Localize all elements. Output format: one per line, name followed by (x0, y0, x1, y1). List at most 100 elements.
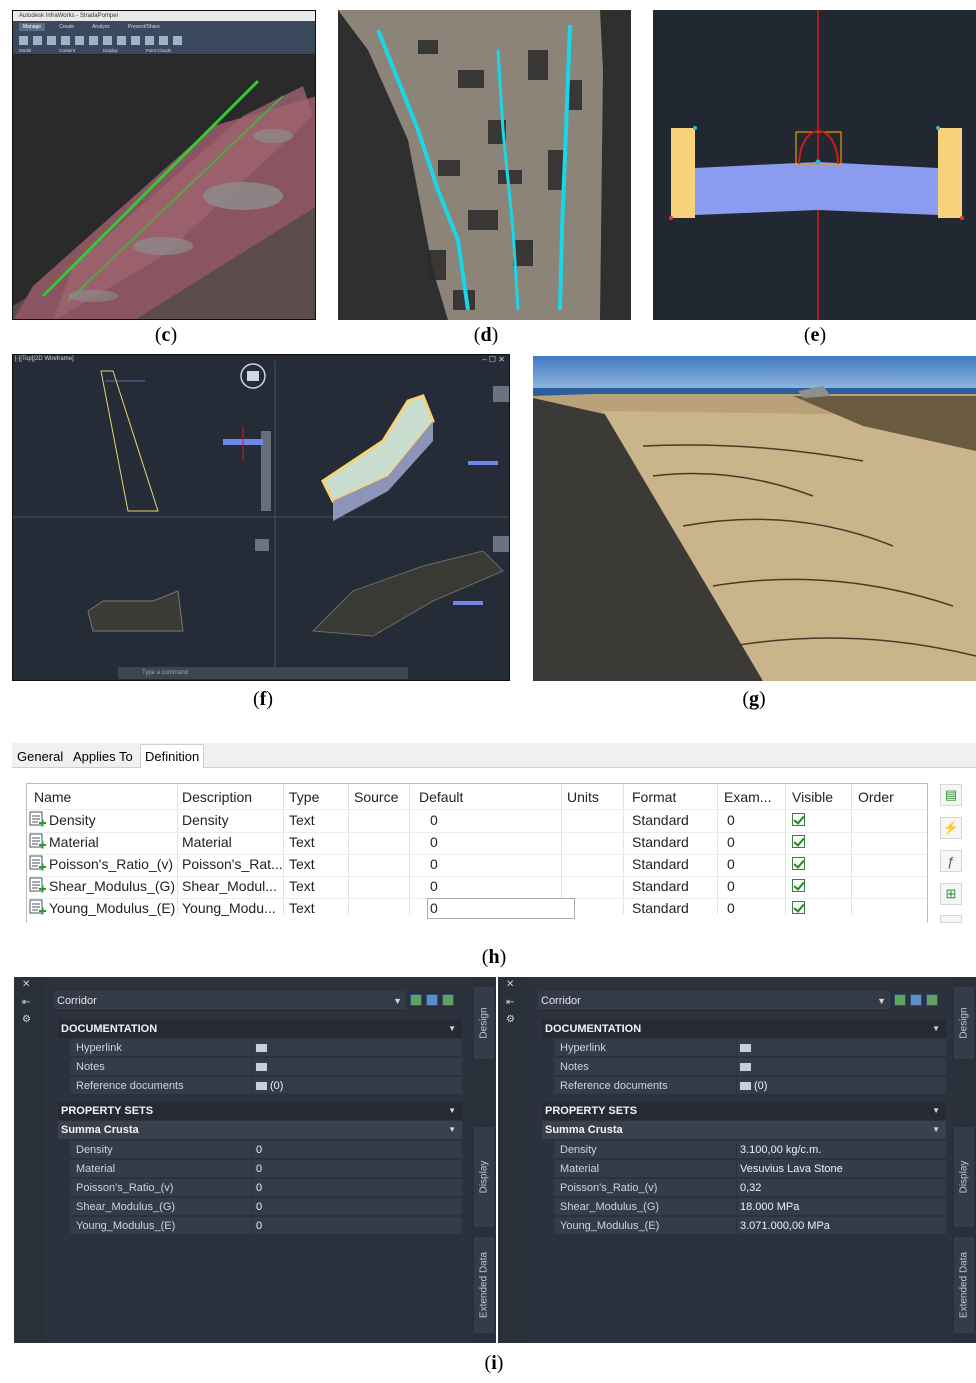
property-sets-header[interactable]: PROPERTY SETS ▼ (542, 1102, 946, 1120)
ribbon-button[interactable] (61, 36, 70, 45)
property-row[interactable]: Material 0 (70, 1160, 462, 1178)
property-set-name[interactable]: Summa Crusta ▼ (542, 1121, 946, 1139)
drawing-viewports[interactable] (13, 361, 510, 671)
column-units[interactable]: Units (567, 789, 599, 805)
ribbon-tab-manage[interactable]: Manage (19, 23, 46, 31)
ribbon-button[interactable] (19, 36, 28, 45)
add-icon[interactable] (410, 994, 422, 1006)
property-row[interactable]: Notes (554, 1058, 946, 1076)
ribbon-tab-create[interactable]: Create (55, 23, 78, 31)
column-example[interactable]: Exam... (724, 789, 771, 805)
ribbon-button[interactable] (103, 36, 112, 45)
property-row[interactable]: Density 3.100,00 kg/c.m. (554, 1141, 946, 1159)
property-row[interactable]: Hyperlink (70, 1039, 462, 1057)
column-type[interactable]: Type (289, 789, 319, 805)
property-row[interactable]: Young_Modulus_(E) 0 (70, 1217, 462, 1235)
ribbon-button[interactable] (131, 36, 140, 45)
column-order[interactable]: Order (858, 789, 894, 805)
property-row[interactable]: Poisson's_Ratio_(v) 0 (70, 1179, 462, 1197)
property-row[interactable]: Notes (70, 1058, 462, 1076)
close-icon[interactable]: ✕ (506, 979, 514, 990)
table-row[interactable]: Young_Modulus_(E) Young_Modu... Text 0 S… (27, 898, 927, 920)
ribbon-tab-analyze[interactable]: Analyze (88, 23, 114, 31)
ribbon-button[interactable] (159, 36, 168, 45)
point-cloud-viewport[interactable] (13, 56, 316, 320)
documentation-header[interactable]: DOCUMENTATION ▼ (542, 1020, 946, 1038)
command-line[interactable]: Type a command (118, 667, 408, 679)
ribbon-button[interactable] (117, 36, 126, 45)
table-icon[interactable] (740, 1082, 751, 1091)
add-icon[interactable] (894, 994, 906, 1006)
visible-checkbox[interactable] (792, 879, 805, 892)
tab-design[interactable]: Design (474, 987, 494, 1059)
auto-hide-icon[interactable]: ⇤ (22, 997, 30, 1008)
tab-display[interactable]: Display (474, 1127, 494, 1227)
tab-design[interactable]: Design (954, 987, 974, 1059)
table-row[interactable]: Poisson's_Ratio_(v) Poisson's_Rat... Tex… (27, 854, 927, 876)
assembly-viewport[interactable] (653, 10, 976, 320)
tab-display[interactable]: Display (954, 1127, 974, 1227)
column-source[interactable]: Source (354, 789, 398, 805)
table-row[interactable]: Density Density Text 0 Standard 0 (27, 810, 927, 832)
property-row[interactable]: Hyperlink (554, 1039, 946, 1057)
object-type-select[interactable]: Corridor ▼ (538, 991, 890, 1011)
add-property-icon[interactable]: ▤ (940, 784, 962, 806)
close-icon[interactable]: ✕ (22, 979, 30, 990)
property-row[interactable]: Reference documents (0) (554, 1077, 946, 1095)
property-icon (29, 855, 46, 871)
visible-checkbox[interactable] (792, 901, 805, 914)
add-classification-property-icon[interactable]: ⊞ (940, 883, 962, 905)
tab-extended-data[interactable]: Extended Data (474, 1237, 494, 1333)
table-icon[interactable] (256, 1063, 267, 1072)
object-type-select[interactable]: Corridor ▼ (54, 991, 406, 1011)
tab-applies-to[interactable]: Applies To (73, 749, 133, 764)
ribbon-tab-present[interactable]: Present/Share (124, 23, 164, 31)
table-icon[interactable] (740, 1063, 751, 1072)
ribbon-button[interactable] (145, 36, 154, 45)
table-icon[interactable] (740, 1044, 751, 1053)
tab-general[interactable]: General (17, 749, 63, 764)
auto-hide-icon[interactable]: ⇤ (506, 997, 514, 1008)
panel-c-infraworks-view: Autodesk InfraWorks - StradaPompei Manag… (12, 10, 316, 320)
table-icon[interactable] (256, 1082, 267, 1091)
property-row[interactable]: Density 0 (70, 1141, 462, 1159)
gear-icon[interactable]: ⚙ (506, 1014, 515, 1025)
top-view-viewport[interactable] (338, 10, 631, 320)
property-row[interactable]: Shear_Modulus_(G) 18.000 MPa (554, 1198, 946, 1216)
documentation-header[interactable]: DOCUMENTATION ▼ (58, 1020, 462, 1038)
property-row[interactable]: Young_Modulus_(E) 3.071.000,00 MPa (554, 1217, 946, 1235)
property-set-name[interactable]: Summa Crusta ▼ (58, 1121, 462, 1139)
ribbon-button[interactable] (33, 36, 42, 45)
ribbon-button[interactable] (89, 36, 98, 45)
add-automatic-property-icon[interactable]: ⚡ (940, 817, 962, 839)
gear-icon[interactable]: ⚙ (22, 1014, 31, 1025)
quick-select-icon[interactable] (926, 994, 938, 1006)
ribbon-button[interactable] (75, 36, 84, 45)
ribbon-button[interactable] (173, 36, 182, 45)
property-row[interactable]: Reference documents (0) (70, 1077, 462, 1095)
column-visible[interactable]: Visible (792, 789, 833, 805)
column-format[interactable]: Format (632, 789, 676, 805)
visible-checkbox[interactable] (792, 835, 805, 848)
table-icon[interactable] (256, 1044, 267, 1053)
property-row[interactable]: Material Vesuvius Lava Stone (554, 1160, 946, 1178)
table-row[interactable]: Shear_Modulus_(G) Shear_Modul... Text 0 … (27, 876, 927, 898)
quick-select-icon[interactable] (442, 994, 454, 1006)
column-description[interactable]: Description (182, 789, 252, 805)
visible-checkbox[interactable] (792, 857, 805, 870)
property-sets-header[interactable]: PROPERTY SETS ▼ (58, 1102, 462, 1120)
select-objects-icon[interactable] (426, 994, 438, 1006)
tab-extended-data[interactable]: Extended Data (954, 1237, 974, 1333)
more-icon[interactable] (940, 915, 962, 923)
table-row[interactable]: Material Material Text 0 Standard 0 (27, 832, 927, 854)
column-name[interactable]: Name (34, 789, 71, 805)
property-row[interactable]: Poisson's_Ratio_(v) 0,32 (554, 1179, 946, 1197)
property-row[interactable]: Shear_Modulus_(G) 0 (70, 1198, 462, 1216)
select-objects-icon[interactable] (910, 994, 922, 1006)
column-default[interactable]: Default (419, 789, 463, 805)
visible-checkbox[interactable] (792, 813, 805, 826)
ribbon-button[interactable] (47, 36, 56, 45)
default-value-input[interactable] (427, 898, 575, 919)
add-formula-property-icon[interactable]: ƒ (940, 850, 962, 872)
tab-definition[interactable]: Definition (140, 744, 205, 769)
